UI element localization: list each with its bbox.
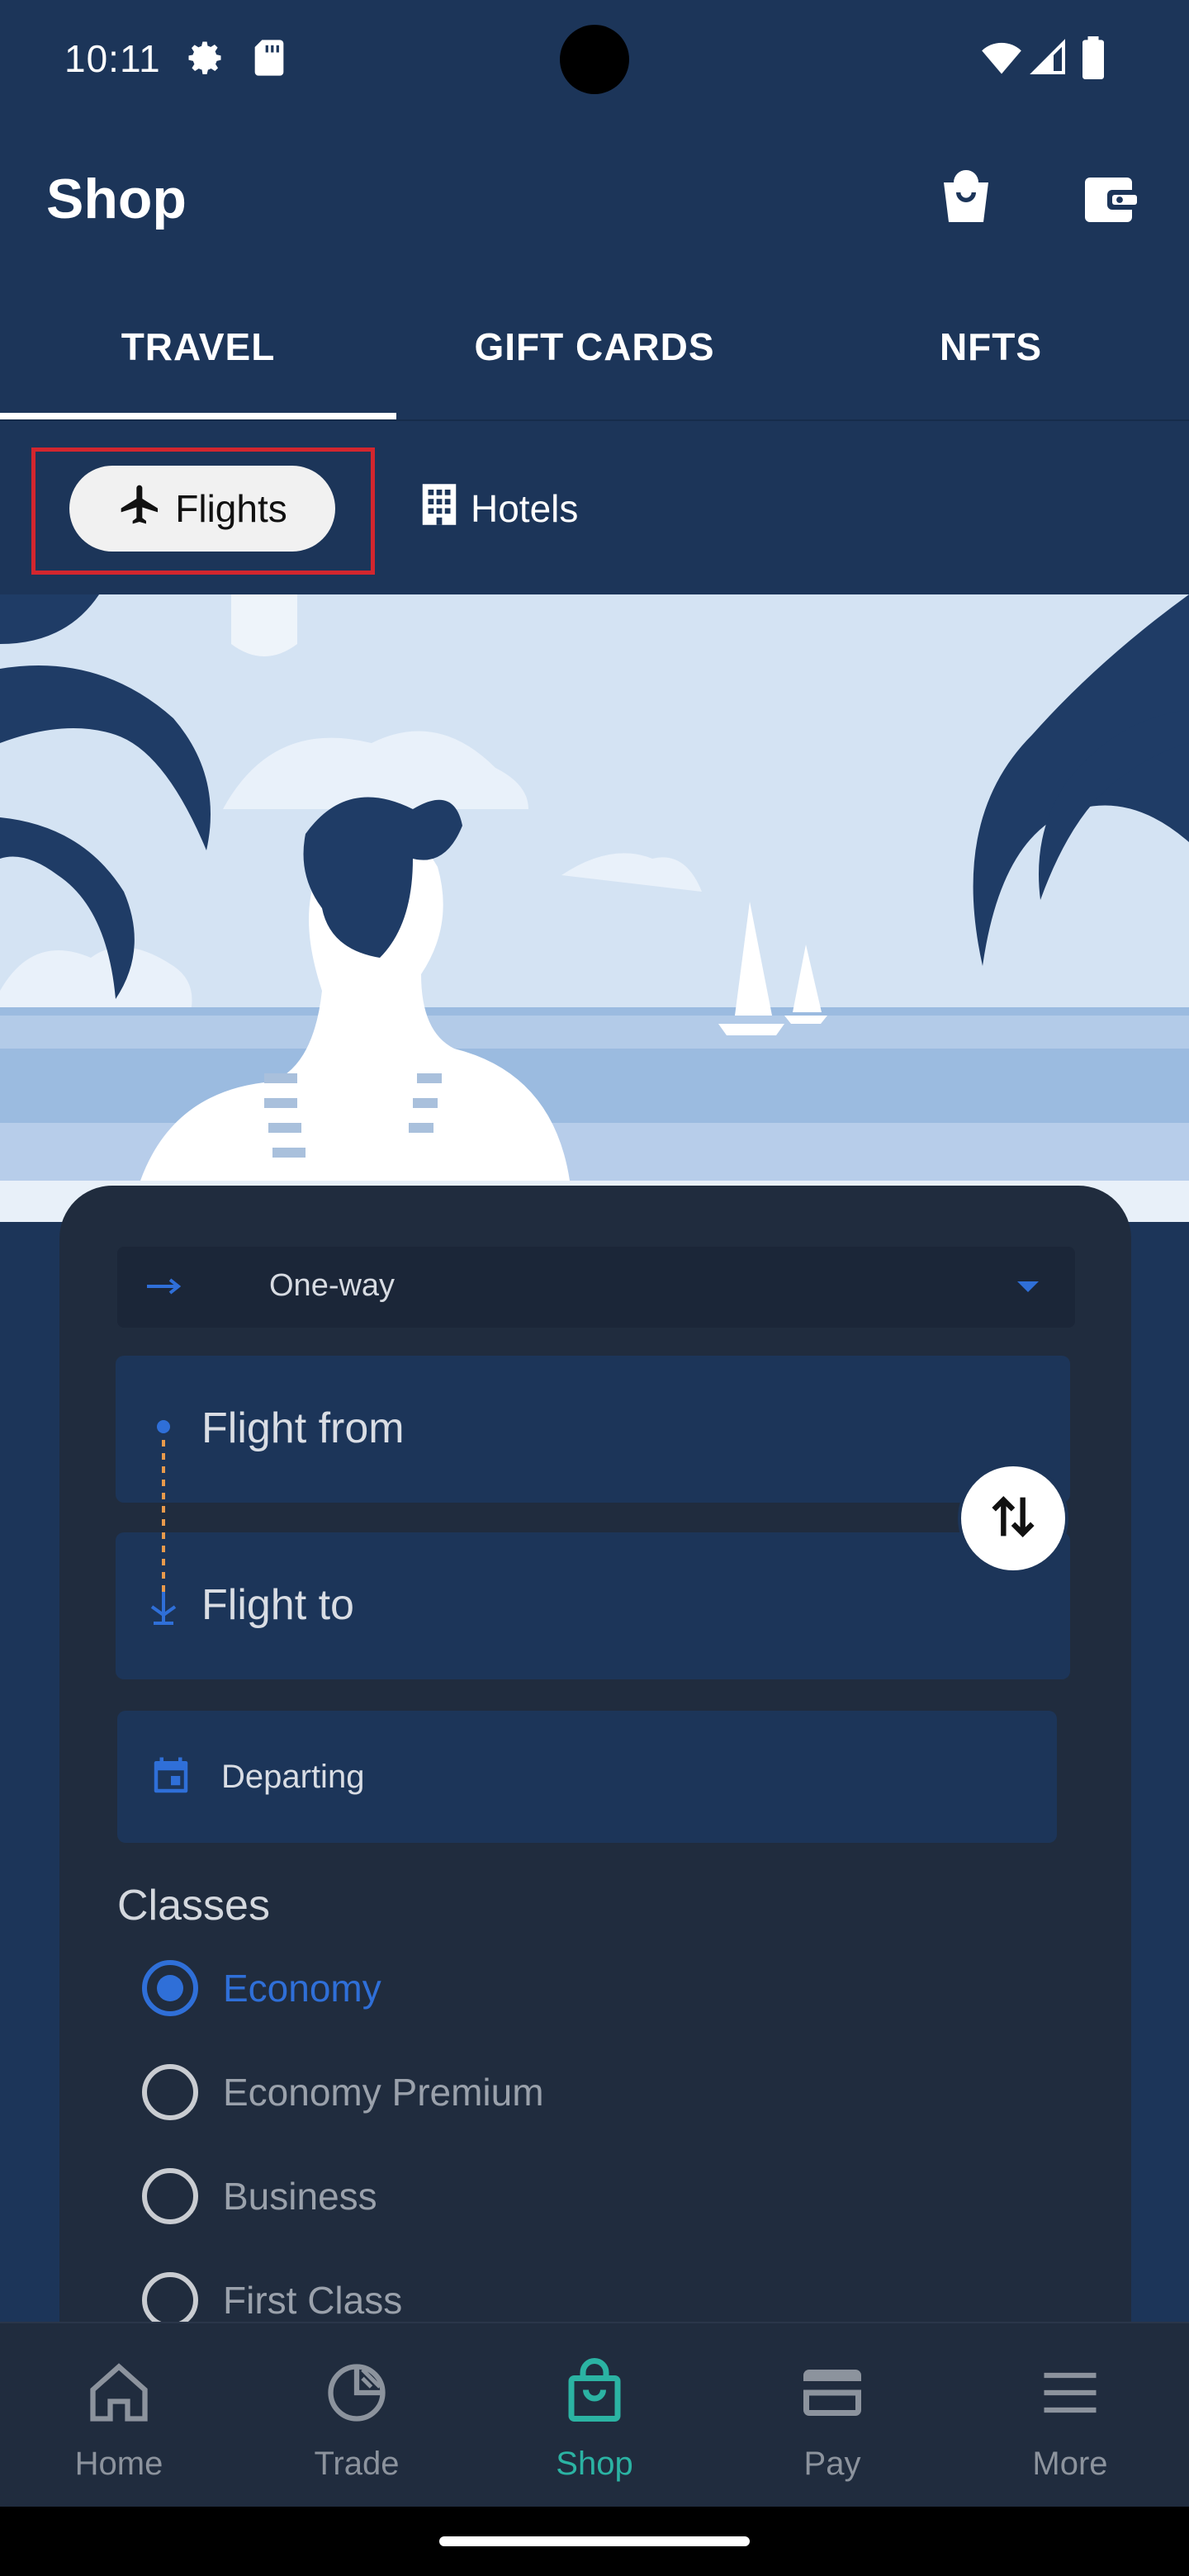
menu-icon [1035,2358,1105,2427]
nav-home[interactable]: Home [0,2323,238,2508]
flight-from-field[interactable]: Flight from [116,1356,1070,1503]
nav-trade-label: Trade [314,2446,400,2482]
page-title: Shop [46,168,187,230]
nav-shop[interactable]: Shop [476,2323,713,2508]
trip-type-dropdown[interactable]: One-way [117,1247,1075,1328]
calendar-icon [149,1754,193,1802]
arrow-right-icon [145,1271,185,1305]
hotels-chip[interactable]: Hotels [410,466,588,552]
nav-more[interactable]: More [951,2323,1189,2508]
chevron-down-icon [1017,1281,1039,1292]
nav-more-label: More [1032,2446,1108,2482]
route-connector [101,1428,150,1635]
flights-chip[interactable]: Flights [69,466,335,552]
tab-travel[interactable]: TRAVEL [0,272,396,421]
flight-from-placeholder: Flight from [201,1404,405,1452]
shopping-bag-icon [560,2358,629,2427]
trip-type-value: One-way [269,1268,396,1303]
nav-home-label: Home [74,2446,163,2482]
sd-card-icon [248,36,291,79]
flight-to-placeholder: Flight to [201,1581,354,1629]
battery-icon [1078,36,1121,79]
camera-cutout [560,25,629,94]
signal-icon [1029,36,1072,79]
status-bar: 10:11 [0,0,1189,124]
tab-nfts[interactable]: NFTS [793,272,1189,421]
tab-gift-cards[interactable]: GIFT CARDS [396,272,793,421]
departing-date-field[interactable]: Departing [117,1711,1057,1843]
app-bar: Shop [0,124,1189,272]
tab-bar: TRAVEL GIFT CARDS NFTS [0,272,1189,421]
gear-icon [183,36,226,79]
building-icon [419,482,459,536]
status-time: 10:11 [64,37,161,80]
route-line-icon [150,1420,177,1625]
credit-card-icon [798,2358,867,2427]
airplane-icon [117,481,163,537]
nav-pay[interactable]: Pay [713,2323,951,2508]
tab-indicator [0,413,396,419]
bottom-navigation: Home Trade Shop Pay More [0,2322,1189,2507]
nav-trade[interactable]: Trade [238,2323,476,2508]
wallet-icon[interactable] [1077,167,1143,233]
pie-chart-icon [322,2358,391,2427]
nav-pay-label: Pay [803,2446,861,2482]
departing-placeholder: Departing [221,1759,365,1795]
system-navigation [0,2507,1189,2576]
flight-to-field[interactable]: Flight to [116,1532,1070,1679]
swap-button[interactable] [958,1463,1068,1574]
hotels-chip-label: Hotels [471,487,579,530]
shopping-bag-icon[interactable] [933,167,999,233]
gesture-handle[interactable] [439,2536,750,2546]
nav-shop-label: Shop [556,2446,633,2482]
travel-type-chips: Flights Hotels [0,421,1189,594]
hero-illustration [0,594,1189,1222]
swap-vertical-icon [984,1488,1042,1550]
home-icon [84,2358,154,2427]
wifi-icon [979,36,1022,79]
flights-chip-label: Flights [175,487,287,530]
